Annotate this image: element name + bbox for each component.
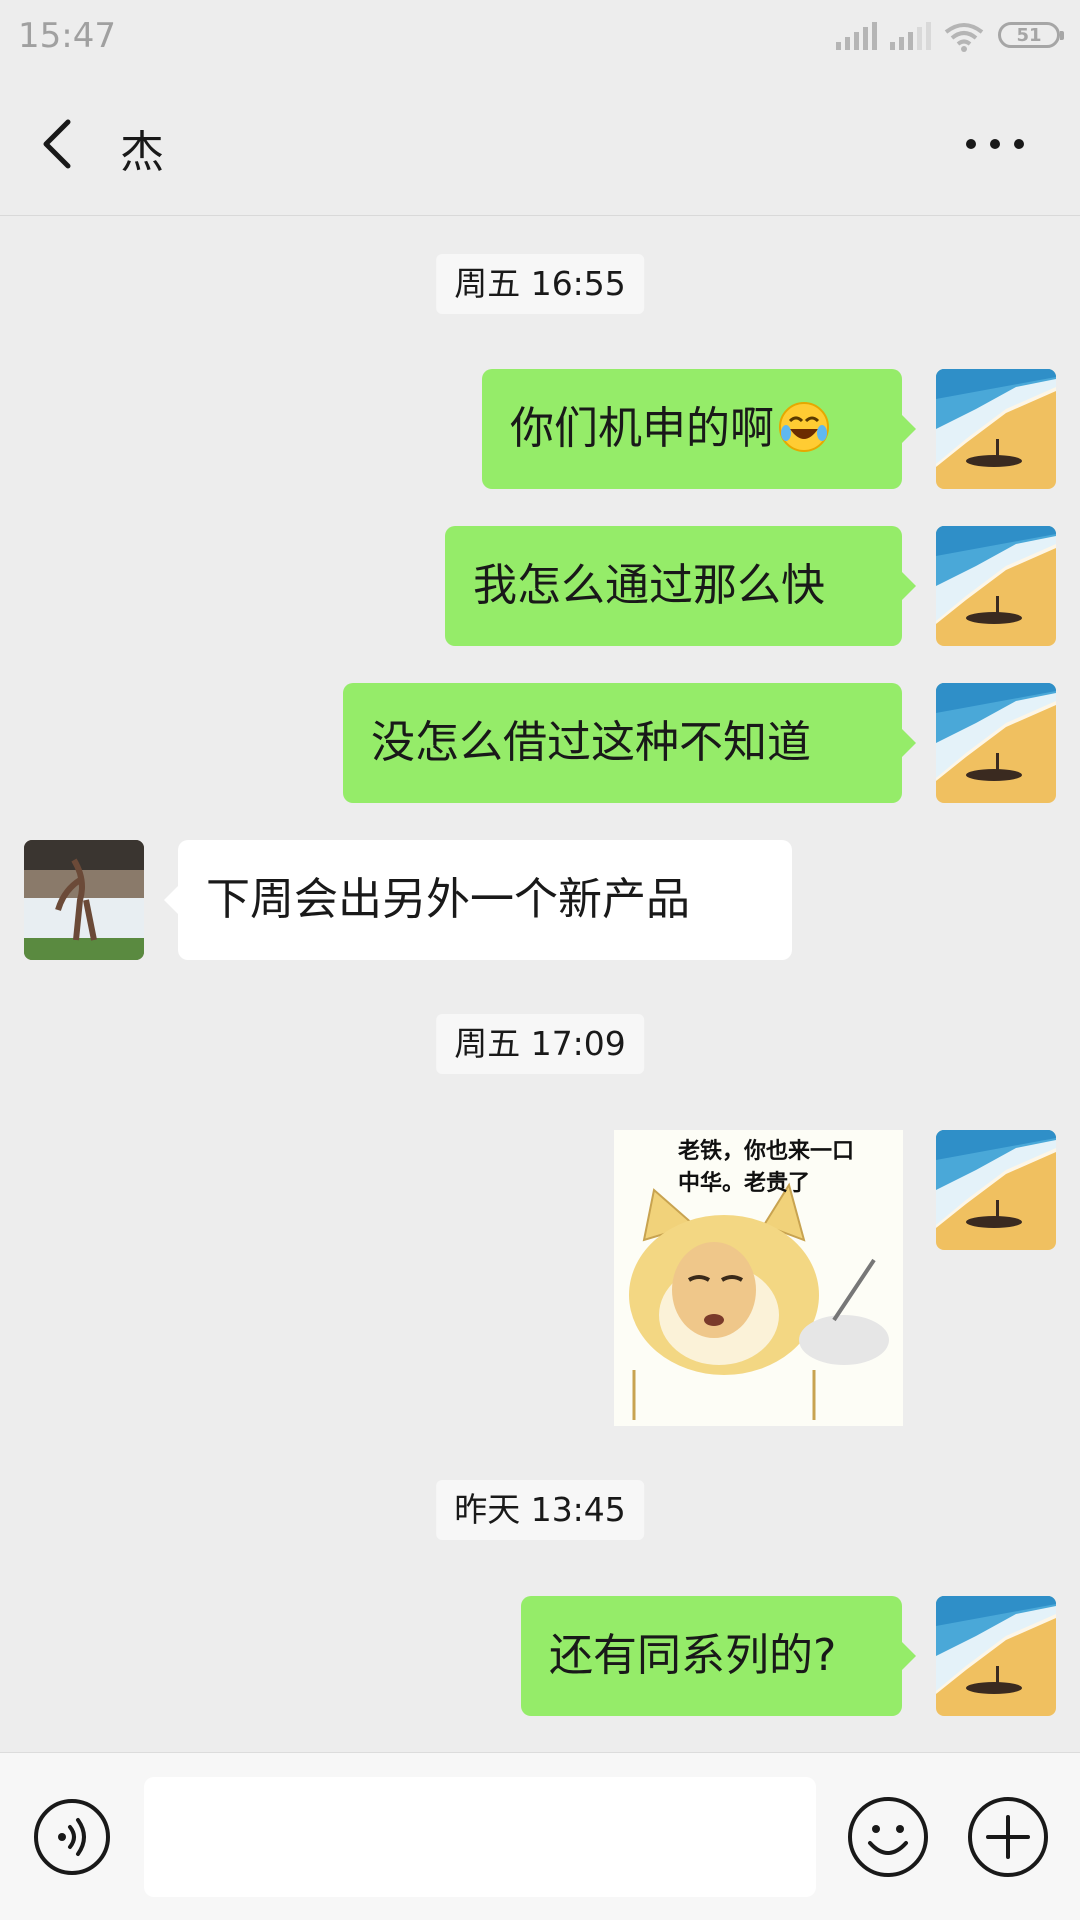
back-chevron-icon[interactable] xyxy=(34,112,84,176)
crying-laughing-emoji xyxy=(779,402,829,452)
message-bubble-sent[interactable]: 你们机申的啊 xyxy=(482,369,916,489)
signal-icon xyxy=(836,22,877,50)
beach-avatar-image xyxy=(936,526,1056,646)
beach-avatar-image xyxy=(936,1130,1056,1250)
message-text: 下周会出另外一个新产品 xyxy=(206,874,690,925)
timestamp: 周五 17:09 xyxy=(436,1014,644,1074)
message-bubble-received[interactable]: 下周会出另外一个新产品 xyxy=(164,840,792,960)
message-text: 没怎么借过这种不知道 xyxy=(371,717,811,768)
sticker-caption: 老铁，你也来一口 中华。老贵了 xyxy=(678,1139,855,1196)
message-text: 我怎么通过那么快 xyxy=(473,560,825,611)
my-avatar[interactable] xyxy=(936,369,1056,489)
beach-avatar-image xyxy=(936,1596,1056,1716)
message-text: 你们机申的啊 xyxy=(510,403,774,454)
timestamp: 周五 16:55 xyxy=(436,254,644,314)
status-time: 15:47 xyxy=(18,16,116,56)
emoji-icon[interactable] xyxy=(846,1795,930,1879)
input-bar xyxy=(0,1752,1080,1920)
message-bubble-sent[interactable]: 还有同系列的? xyxy=(521,1596,916,1716)
message-bubble-sent[interactable]: 没怎么借过这种不知道 xyxy=(343,683,916,803)
beach-avatar-image xyxy=(936,369,1056,489)
timestamp: 昨天 13:45 xyxy=(436,1480,644,1540)
more-dots-icon[interactable] xyxy=(960,124,1030,164)
message-text: 还有同系列的? xyxy=(549,1630,837,1681)
dinosaur-avatar-image xyxy=(24,840,144,960)
beach-avatar-image xyxy=(936,683,1056,803)
my-avatar[interactable] xyxy=(936,1596,1056,1716)
wifi-icon xyxy=(944,23,984,52)
voice-icon[interactable] xyxy=(32,1797,112,1877)
signal-icon-2 xyxy=(890,22,931,50)
status-bar: 15:47 51 xyxy=(0,0,1080,72)
my-avatar[interactable] xyxy=(936,1130,1056,1250)
my-avatar[interactable] xyxy=(936,526,1056,646)
message-input[interactable] xyxy=(144,1777,816,1897)
message-bubble-sent[interactable]: 我怎么通过那么快 xyxy=(445,526,916,646)
battery-icon: 51 xyxy=(998,22,1064,48)
plus-icon[interactable] xyxy=(966,1795,1050,1879)
chat-header: 杰 xyxy=(0,72,1080,216)
chat-title: 杰 xyxy=(120,127,164,178)
sticker-message[interactable]: 老铁，你也来一口 中华。老贵了 xyxy=(614,1130,903,1426)
contact-avatar[interactable] xyxy=(24,840,144,960)
my-avatar[interactable] xyxy=(936,683,1056,803)
